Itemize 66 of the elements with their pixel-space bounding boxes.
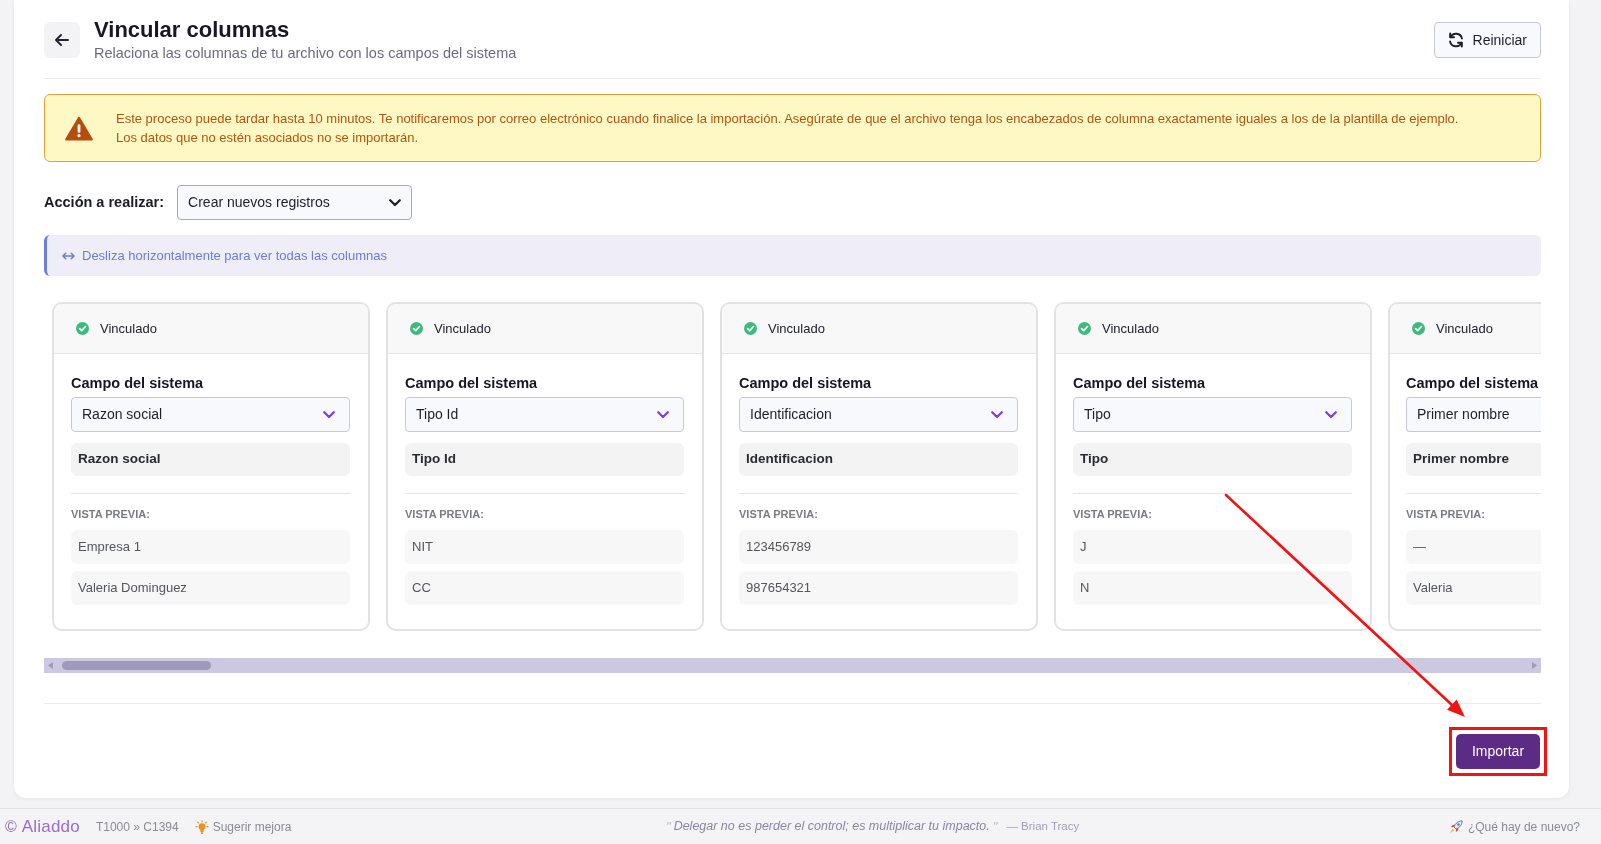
preview-value: Valeria bbox=[1406, 571, 1541, 605]
preview-label: VISTA PREVIA: bbox=[71, 507, 151, 522]
field-label: Campo del sistema bbox=[1406, 374, 1540, 393]
quote-author: — Brian Tracy bbox=[1006, 818, 1080, 834]
preview-value: 987654321 bbox=[739, 571, 1018, 605]
field-label: Campo del sistema bbox=[739, 374, 873, 393]
preview-value: CC bbox=[405, 571, 684, 605]
preview-label: VISTA PREVIA: bbox=[1406, 507, 1486, 522]
chevron-down-icon bbox=[323, 410, 335, 419]
page-title: Vincular columnas bbox=[94, 17, 291, 43]
preview-value: N bbox=[1073, 571, 1352, 605]
preview-value: Valeria Dominguez bbox=[71, 571, 350, 605]
alert-message: Este proceso puede tardar hasta 10 minutos. Te notificaremos por correo electrónico cuando finalice la importación. Asegúrate de que el archivo tenga los encabezados de columna exactamente iguales a los de la plantilla de ejemplo. Los datos que no estén asociados no se importarán. bbox=[116, 110, 1459, 147]
action-label: Acción a realizar: bbox=[44, 192, 165, 212]
copyright-symbol: © bbox=[5, 818, 17, 835]
source-column-name: Identificacion bbox=[739, 443, 1018, 476]
brand-logo: Aliaddo bbox=[21, 815, 80, 838]
status-label: Vinculado bbox=[1436, 319, 1493, 338]
field-dropdown[interactable]: Razon social bbox=[71, 397, 350, 432]
source-column-name: Primer nombre bbox=[1406, 443, 1541, 476]
scrollbar-thumb[interactable] bbox=[62, 661, 211, 670]
horizontal-scrollbar[interactable] bbox=[44, 658, 1541, 673]
preview-label: VISTA PREVIA: bbox=[1073, 507, 1153, 522]
field-label: Campo del sistema bbox=[405, 374, 539, 393]
double-arrow-icon bbox=[62, 251, 75, 260]
field-dropdown[interactable]: Identificacion bbox=[739, 397, 1018, 432]
page-subtitle: Relaciona las columnas de tu archivo con los campos del sistema bbox=[94, 44, 517, 63]
status-label: Vinculado bbox=[1102, 319, 1159, 338]
status-label: Vinculado bbox=[768, 319, 825, 338]
scroll-right-icon bbox=[1532, 662, 1537, 669]
chevron-down-icon bbox=[389, 198, 402, 207]
source-column-name: Razon social bbox=[71, 443, 350, 476]
quote-text: Delegar no es perder el control; es multiplicar tu impacto. bbox=[673, 818, 990, 836]
source-column-name: Tipo bbox=[1073, 443, 1352, 476]
source-column-name: Tipo Id bbox=[405, 443, 684, 476]
breadcrumb-text: T1000 » C1394 bbox=[95, 818, 179, 836]
field-dropdown[interactable]: Tipo bbox=[1073, 397, 1352, 432]
preview-value: 123456789 bbox=[739, 530, 1018, 564]
reset-button[interactable]: Reiniciar bbox=[1433, 22, 1541, 58]
import-button[interactable]: Importar bbox=[1456, 734, 1540, 769]
status-label: Vinculado bbox=[434, 319, 491, 338]
hint-text: Desliza horizontalmente para ver todas las columnas bbox=[82, 246, 387, 265]
field-label: Campo del sistema bbox=[71, 374, 205, 393]
refresh-icon bbox=[1447, 32, 1464, 48]
chevron-down-icon bbox=[1325, 410, 1337, 419]
field-label: Campo del sistema bbox=[1073, 374, 1207, 393]
quote-mark: " bbox=[666, 817, 671, 836]
scroll-left-icon bbox=[48, 662, 53, 669]
preview-label: VISTA PREVIA: bbox=[405, 507, 485, 522]
arrow-left-icon bbox=[55, 34, 69, 46]
preview-value: Empresa 1 bbox=[71, 530, 350, 564]
rocket-icon bbox=[1448, 819, 1463, 834]
chevron-down-icon bbox=[657, 410, 669, 419]
status-label: Vinculado bbox=[100, 319, 157, 338]
preview-value: NIT bbox=[405, 530, 684, 564]
field-dropdown[interactable]: Primer nombre bbox=[1406, 397, 1541, 432]
lightbulb-icon bbox=[194, 819, 209, 834]
field-dropdown[interactable]: Tipo Id bbox=[405, 397, 684, 432]
preview-value: — bbox=[1406, 530, 1541, 564]
preview-label: VISTA PREVIA: bbox=[739, 507, 819, 522]
preview-value: J bbox=[1073, 530, 1352, 564]
warning-icon bbox=[65, 115, 93, 141]
chevron-down-icon bbox=[991, 410, 1003, 419]
back-button[interactable] bbox=[44, 22, 80, 58]
quote-mark: " bbox=[992, 817, 998, 836]
action-dropdown[interactable]: Crear nuevos registros bbox=[177, 185, 413, 220]
